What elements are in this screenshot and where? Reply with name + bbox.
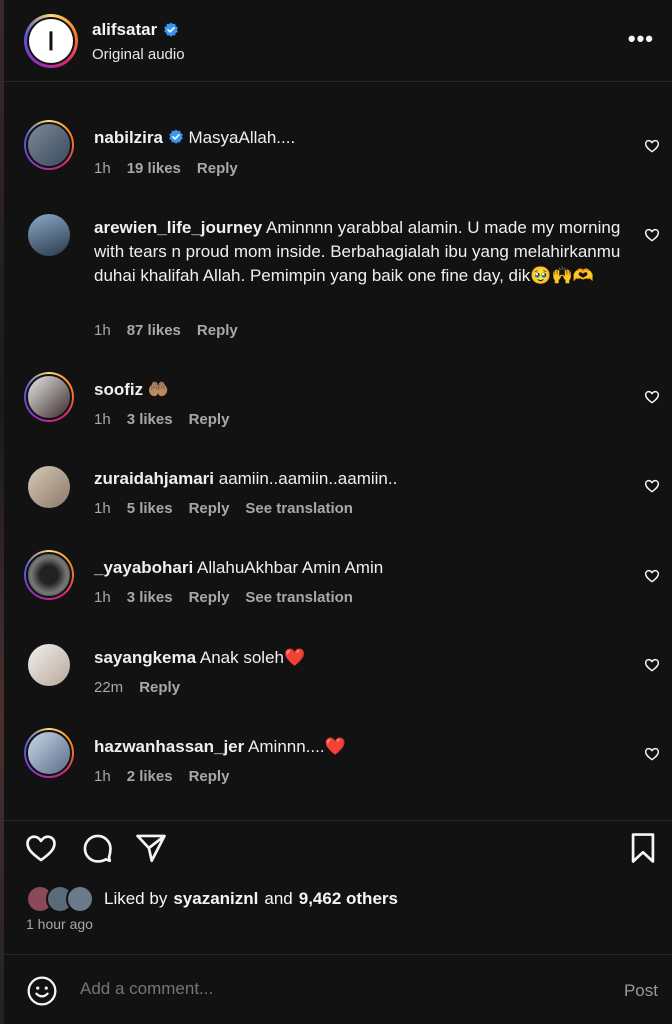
comment-like-icon[interactable] [644, 746, 660, 762]
reply-button[interactable]: Reply [189, 500, 230, 517]
commenter-username[interactable]: hazwanhassan_jer [94, 737, 244, 756]
commenter-username[interactable]: arewien_life_journey [94, 218, 262, 237]
comment-time: 1h [94, 322, 111, 339]
comment-time: 1h [94, 768, 111, 785]
commenter-avatar[interactable] [24, 728, 74, 778]
comment-body: MasyaAllah.... [188, 128, 296, 147]
comment-text-block: _yayabohari AllahuAkhbar Amin Amin [94, 556, 624, 580]
comment-likes[interactable]: 87 likes [127, 322, 181, 339]
post-timestamp: 1 hour ago [26, 916, 93, 932]
comment-time: 1h [94, 500, 111, 517]
commenter-username[interactable]: sayangkema [94, 648, 196, 667]
liked-others-count[interactable]: 9,462 others [299, 889, 398, 909]
reply-button[interactable]: Reply [189, 411, 230, 428]
comment-meta: 1h 3 likes Reply [94, 411, 229, 428]
comment-time: 1h [94, 411, 111, 428]
liker-avatars [26, 885, 98, 913]
comment-body: 🤲🏽 [147, 380, 170, 399]
action-bar [4, 820, 672, 876]
comment-text-block: arewien_life_journey Aminnnn yarabbal al… [94, 216, 624, 288]
comment-body: Anak soleh❤️ [199, 648, 306, 667]
reply-button[interactable]: Reply [139, 679, 180, 696]
comment-text-block: sayangkema Anak soleh❤️ [94, 646, 624, 670]
comment-time: 1h [94, 589, 111, 606]
comment-likes[interactable]: 3 likes [127, 589, 173, 606]
see-translation-button[interactable]: See translation [245, 589, 353, 606]
comment-like-icon[interactable] [644, 227, 660, 243]
heart-icon[interactable] [24, 831, 58, 865]
comment-meta: 1h 3 likes Reply See translation [94, 589, 353, 606]
commenter-username[interactable]: _yayabohari [94, 558, 193, 577]
likes-summary: Liked by syazaniznl and 9,462 others [26, 884, 398, 914]
commenter-avatar[interactable] [24, 120, 74, 170]
comment-icon[interactable] [80, 831, 114, 865]
comment-body: Aminnn....❤️ [248, 737, 346, 756]
emoji-icon[interactable] [26, 975, 58, 1007]
owner-username[interactable]: alifsatar [92, 20, 157, 40]
comment-text-block: hazwanhassan_jer Aminnn....❤️ [94, 735, 624, 759]
post-header: ا alifsatar Original audio ••• [4, 0, 672, 82]
comment-likes[interactable]: 5 likes [127, 500, 173, 517]
post-comment-button[interactable]: Post [624, 981, 658, 1001]
comment-composer: Post [4, 954, 672, 1024]
comment-body: aamiin..aamiin..aamiin.. [218, 469, 398, 488]
more-options-icon[interactable]: ••• [628, 26, 654, 52]
commenter-avatar[interactable] [24, 210, 74, 260]
liked-by-user[interactable]: syazaniznl [173, 889, 258, 909]
owner-avatar-letter: ا [29, 19, 73, 63]
commenter-avatar[interactable] [24, 372, 74, 422]
liker-avatar [66, 885, 94, 913]
post-comments-panel: ا alifsatar Original audio ••• nabilzira… [4, 0, 672, 1024]
comment-meta: 1h 5 likes Reply See translation [94, 500, 353, 517]
commenter-username[interactable]: soofiz [94, 380, 143, 399]
liked-by-text: Liked by [104, 889, 168, 908]
comment-text-block: soofiz 🤲🏽 [94, 378, 624, 402]
comment-meta: 1h 87 likes Reply [94, 322, 238, 339]
comment-time: 1h [94, 160, 111, 177]
commenter-avatar[interactable] [24, 640, 74, 690]
comment-meta: 1h 2 likes Reply [94, 768, 229, 785]
liked-and-text: and [264, 889, 293, 908]
comment-like-icon[interactable] [644, 568, 660, 584]
commenter-avatar[interactable] [24, 550, 74, 600]
verified-badge-icon [168, 129, 183, 144]
comment-like-icon[interactable] [644, 657, 660, 673]
audio-label[interactable]: Original audio [92, 46, 185, 63]
comment-meta: 1h 19 likes Reply [94, 160, 238, 177]
comment-meta: 22m Reply [94, 679, 180, 696]
comment-likes[interactable]: 2 likes [127, 768, 173, 785]
send-icon[interactable] [134, 831, 168, 865]
comment-likes[interactable]: 19 likes [127, 160, 181, 177]
comment-input[interactable] [80, 979, 560, 999]
owner-name-row[interactable]: alifsatar [92, 20, 179, 40]
comment-text-block: nabilzira MasyaAllah.... [94, 126, 624, 150]
reply-button[interactable]: Reply [189, 768, 230, 785]
commenter-username[interactable]: nabilzira [94, 128, 163, 147]
comment-text-block: zuraidahjamari aamiin..aamiin..aamiin.. [94, 467, 624, 491]
comment-time: 22m [94, 679, 124, 696]
comment-like-icon[interactable] [644, 389, 660, 405]
comment-like-icon[interactable] [644, 478, 660, 494]
commenter-avatar[interactable] [24, 462, 74, 512]
comment-like-icon[interactable] [644, 138, 660, 154]
see-translation-button[interactable]: See translation [245, 500, 353, 517]
verified-badge-icon [164, 22, 179, 37]
bookmark-icon[interactable] [626, 831, 660, 865]
comment-body: AllahuAkhbar Amin Amin [197, 558, 384, 577]
reply-button[interactable]: Reply [189, 589, 230, 606]
reply-button[interactable]: Reply [197, 160, 238, 177]
reply-button[interactable]: Reply [197, 322, 238, 339]
comment-likes[interactable]: 3 likes [127, 411, 173, 428]
commenter-username[interactable]: zuraidahjamari [94, 469, 214, 488]
owner-avatar[interactable]: ا [24, 14, 78, 68]
